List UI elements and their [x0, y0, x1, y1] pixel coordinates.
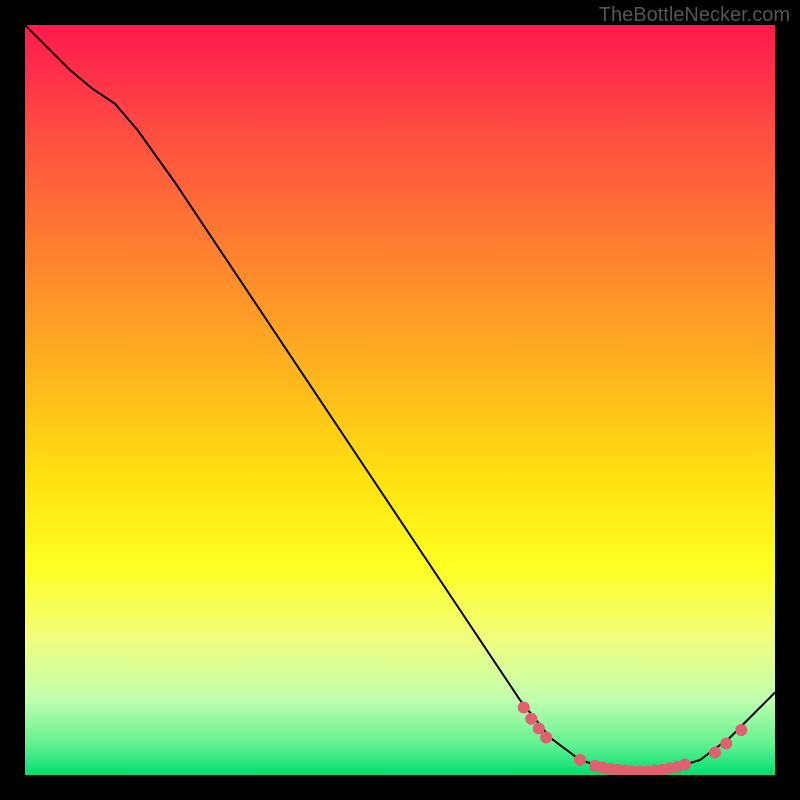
watermark-text: TheBottleNecker.com [599, 4, 790, 27]
bottleneck-chart [25, 25, 775, 775]
marker-dot [574, 754, 586, 766]
marker-dot [679, 759, 691, 771]
marker-dot [518, 702, 530, 714]
marker-dot [735, 724, 747, 736]
marker-dot [720, 738, 732, 750]
chart-background [25, 25, 775, 775]
marker-dot [525, 713, 537, 725]
marker-dot [540, 732, 552, 744]
chart-plot-area [25, 25, 775, 775]
marker-dot [709, 747, 721, 759]
